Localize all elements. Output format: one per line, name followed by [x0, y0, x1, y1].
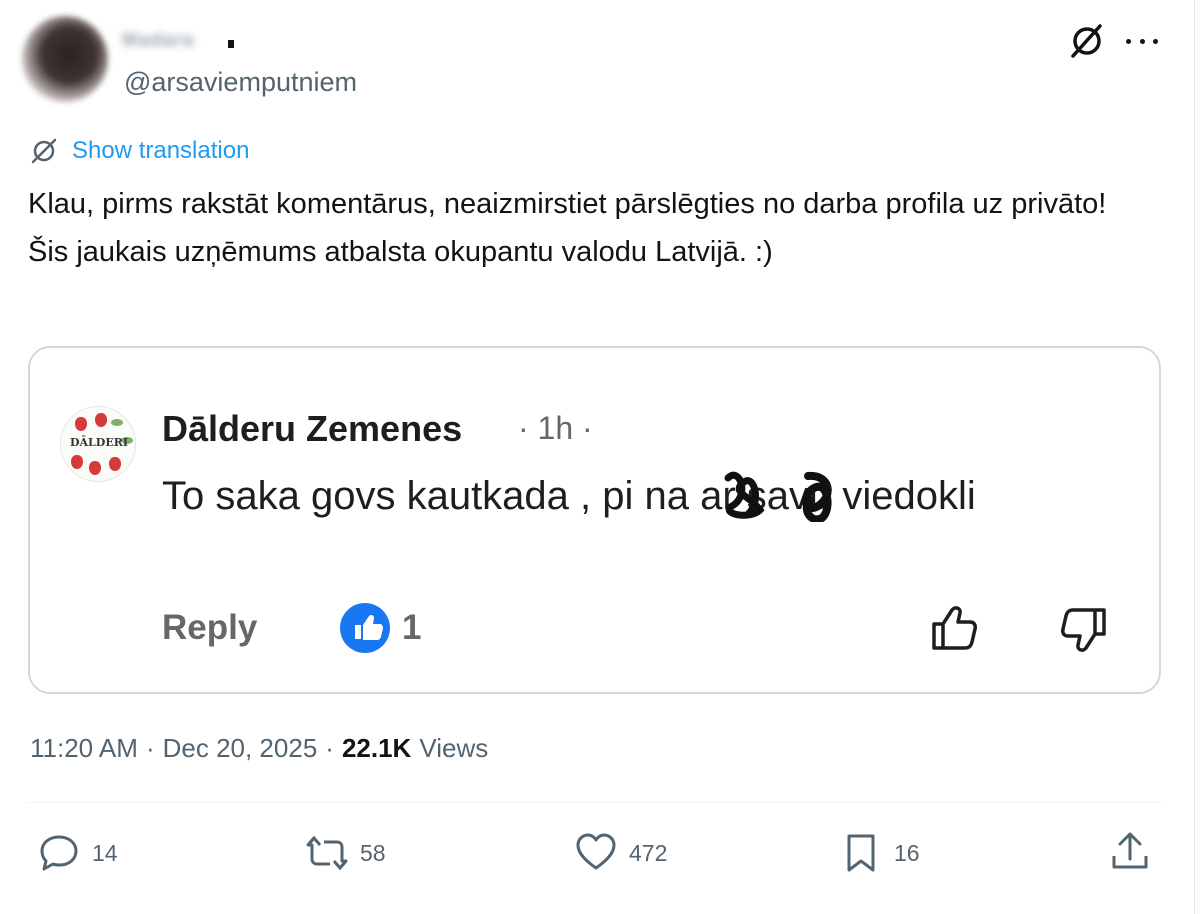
- tweet-time[interactable]: 11:20 AM: [30, 733, 138, 764]
- tweet-date[interactable]: Dec 20, 2025: [163, 733, 318, 764]
- views-count: 22.1K: [341, 733, 412, 763]
- tweet-detail: Madara @arsaviemputniem Show translation…: [0, 0, 1204, 914]
- thumbs-up-icon: [932, 606, 977, 650]
- bookmark-count: 16: [894, 839, 920, 866]
- divider: [28, 802, 1161, 803]
- meta-separator: ·: [325, 733, 334, 763]
- column-border: [1194, 0, 1195, 914]
- verified-mark: [228, 40, 234, 48]
- author-avatar[interactable]: [22, 16, 108, 102]
- repost-icon: [306, 835, 348, 871]
- grok-icon[interactable]: [1068, 22, 1106, 60]
- bookmark-icon: [847, 834, 875, 872]
- repost-button[interactable]: 58: [306, 832, 386, 874]
- comment-meta: · 1h ·: [518, 410, 593, 446]
- comment-reply-label: Reply: [162, 608, 258, 647]
- reply-count: 14: [92, 839, 118, 866]
- commenter-avatar: DĀLDERI: [60, 406, 136, 482]
- bookmark-button[interactable]: 16: [840, 832, 920, 874]
- like-button[interactable]: 472: [575, 832, 667, 874]
- meta-separator: ·: [145, 733, 155, 763]
- heart-icon: [576, 833, 616, 870]
- tweet-text: Klau, pirms rakstāt komentārus, neaizmir…: [28, 188, 1107, 268]
- reply-icon: [40, 835, 78, 871]
- repost-count: 58: [360, 839, 386, 866]
- views-label: Views: [419, 733, 489, 763]
- reply-button[interactable]: 14: [38, 832, 118, 874]
- commenter-name: Dālderu Zemenes: [162, 408, 463, 449]
- show-translation-link[interactable]: Show translation: [30, 137, 249, 165]
- censor-scribble: [724, 471, 832, 522]
- translate-icon: [31, 138, 57, 164]
- show-translation-label[interactable]: Show translation: [72, 137, 249, 165]
- tweet-metadata: 11:20 AM · Dec 20, 2025 · 22.1K Views: [30, 733, 488, 764]
- embedded-image-card[interactable]: DĀLDERI Dālderu Zemenes · 1h · To saka g…: [28, 346, 1161, 694]
- avatar-logo-text: DĀLDERI: [69, 436, 129, 449]
- like-count: 472: [629, 839, 668, 866]
- author-display-name[interactable]: Madara: [122, 30, 195, 52]
- like-badge-icon: [340, 603, 390, 653]
- more-options-icon[interactable]: [1126, 36, 1158, 46]
- comment-text: To saka govs kautkada , pi na ar savu vi…: [162, 474, 976, 518]
- author-handle[interactable]: @arsaviemputniem: [124, 67, 357, 98]
- thumbs-down-icon: [1061, 608, 1106, 652]
- share-icon[interactable]: [1108, 830, 1152, 874]
- comment-like-count: 1: [402, 608, 422, 647]
